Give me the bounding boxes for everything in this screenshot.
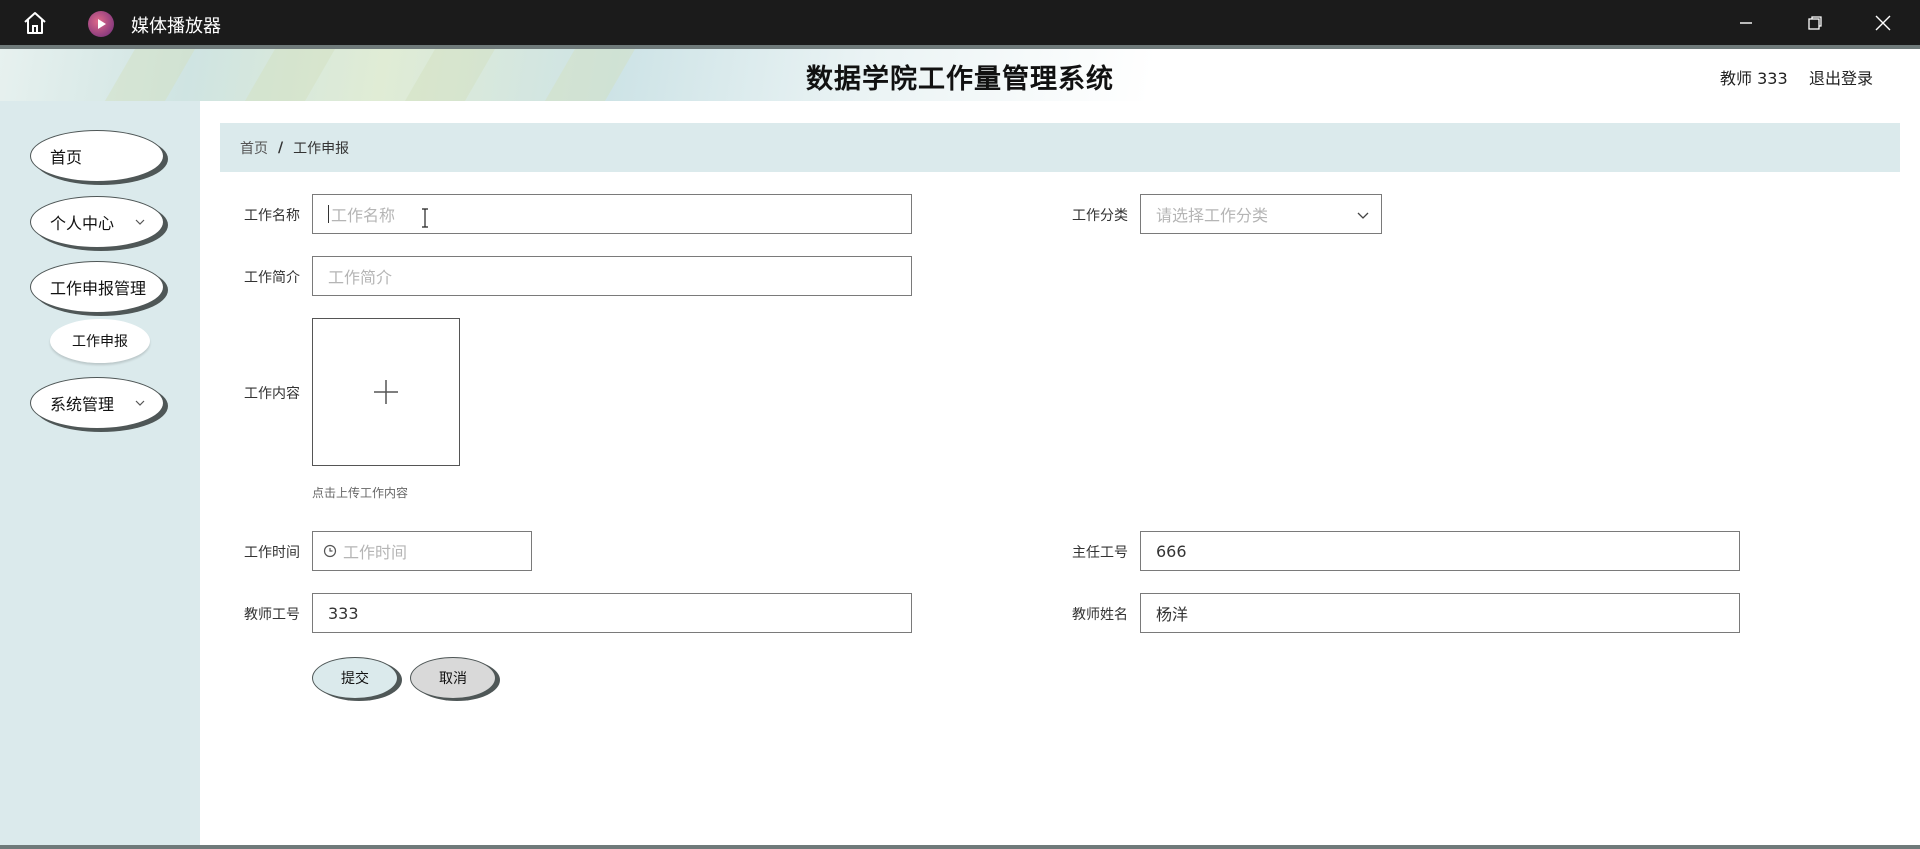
- window-bottom-border: [0, 845, 1920, 849]
- sidebar-item-personal-center[interactable]: 个人中心: [30, 196, 164, 248]
- logout-link[interactable]: 退出登录: [1809, 65, 1873, 89]
- sidebar-item-system-management[interactable]: 系统管理: [30, 377, 164, 429]
- work-content-upload[interactable]: [312, 318, 460, 466]
- text-cursor: [328, 205, 329, 223]
- work-category-placeholder: 请选择工作分类: [1156, 206, 1269, 225]
- teacher-name-value: 杨洋: [1156, 605, 1189, 624]
- sidebar-subitem-work-report[interactable]: 工作申报: [50, 319, 150, 363]
- app-title: 媒体播放器: [131, 16, 221, 37]
- director-id-input[interactable]: 666: [1140, 531, 1740, 571]
- work-intro-label: 工作简介: [244, 270, 300, 286]
- close-icon: [1875, 15, 1891, 31]
- chevron-down-icon: [135, 400, 145, 406]
- minimize-button[interactable]: [1731, 8, 1761, 38]
- teacher-name-label: 教师姓名: [1072, 607, 1128, 623]
- work-intro-input[interactable]: 工作简介: [312, 256, 912, 296]
- clock-icon: [323, 544, 337, 558]
- restore-icon: [1808, 16, 1822, 30]
- work-name-placeholder: 工作名称: [331, 206, 396, 225]
- system-title: 数据学院工作量管理系统: [806, 64, 1114, 95]
- breadcrumb: 首页 / 工作申报: [220, 123, 1900, 172]
- ibeam-cursor-icon: [422, 208, 428, 228]
- sidebar-item-label: 工作申报管理: [50, 279, 147, 298]
- chevron-down-icon: [135, 219, 145, 225]
- minimize-icon: [1740, 22, 1752, 24]
- breadcrumb-current: 工作申报: [293, 140, 350, 157]
- work-time-label: 工作时间: [244, 545, 300, 561]
- plus-icon: [374, 380, 398, 404]
- close-button[interactable]: [1868, 8, 1898, 38]
- chevron-down-icon: [1357, 212, 1369, 219]
- teacher-id-input[interactable]: 333: [312, 593, 912, 633]
- work-intro-placeholder: 工作简介: [328, 268, 393, 287]
- system-header: 数据学院工作量管理系统 教师 333 退出登录: [0, 45, 1920, 101]
- cancel-button[interactable]: 取消: [410, 657, 496, 699]
- sidebar-item-home[interactable]: 首页: [30, 130, 164, 182]
- upload-hint: 点击上传工作内容: [312, 486, 409, 500]
- teacher-id-value: 333: [328, 603, 359, 623]
- sidebar-item-work-report-management[interactable]: 工作申报管理: [30, 261, 164, 313]
- sidebar-item-label: 个人中心: [50, 214, 115, 233]
- restore-button[interactable]: [1800, 8, 1830, 38]
- work-name-input[interactable]: 工作名称: [312, 194, 912, 234]
- breadcrumb-home[interactable]: 首页: [240, 138, 268, 158]
- director-id-label: 主任工号: [1072, 545, 1128, 561]
- submit-button-label: 提交: [341, 671, 369, 687]
- work-content-label: 工作内容: [244, 386, 300, 402]
- work-name-label: 工作名称: [244, 208, 300, 224]
- home-icon[interactable]: [22, 10, 48, 36]
- work-time-picker[interactable]: 工作时间: [312, 531, 532, 571]
- submit-button[interactable]: 提交: [312, 657, 398, 699]
- sidebar-item-label: 系统管理: [50, 395, 115, 414]
- media-player-logo-icon: [88, 11, 114, 37]
- director-id-value: 666: [1156, 541, 1187, 561]
- work-category-select[interactable]: 请选择工作分类: [1140, 194, 1382, 234]
- breadcrumb-separator: /: [278, 139, 284, 156]
- current-user-label: 教师 333: [1720, 69, 1788, 88]
- teacher-name-input[interactable]: 杨洋: [1140, 593, 1740, 633]
- work-category-label: 工作分类: [1072, 208, 1128, 224]
- teacher-id-label: 教师工号: [244, 607, 300, 623]
- work-time-placeholder: 工作时间: [343, 543, 408, 562]
- sidebar-subitem-label: 工作申报: [72, 334, 128, 350]
- window-titlebar: 媒体播放器: [0, 0, 1920, 45]
- cancel-button-label: 取消: [439, 671, 467, 687]
- sidebar-item-label: 首页: [50, 148, 83, 167]
